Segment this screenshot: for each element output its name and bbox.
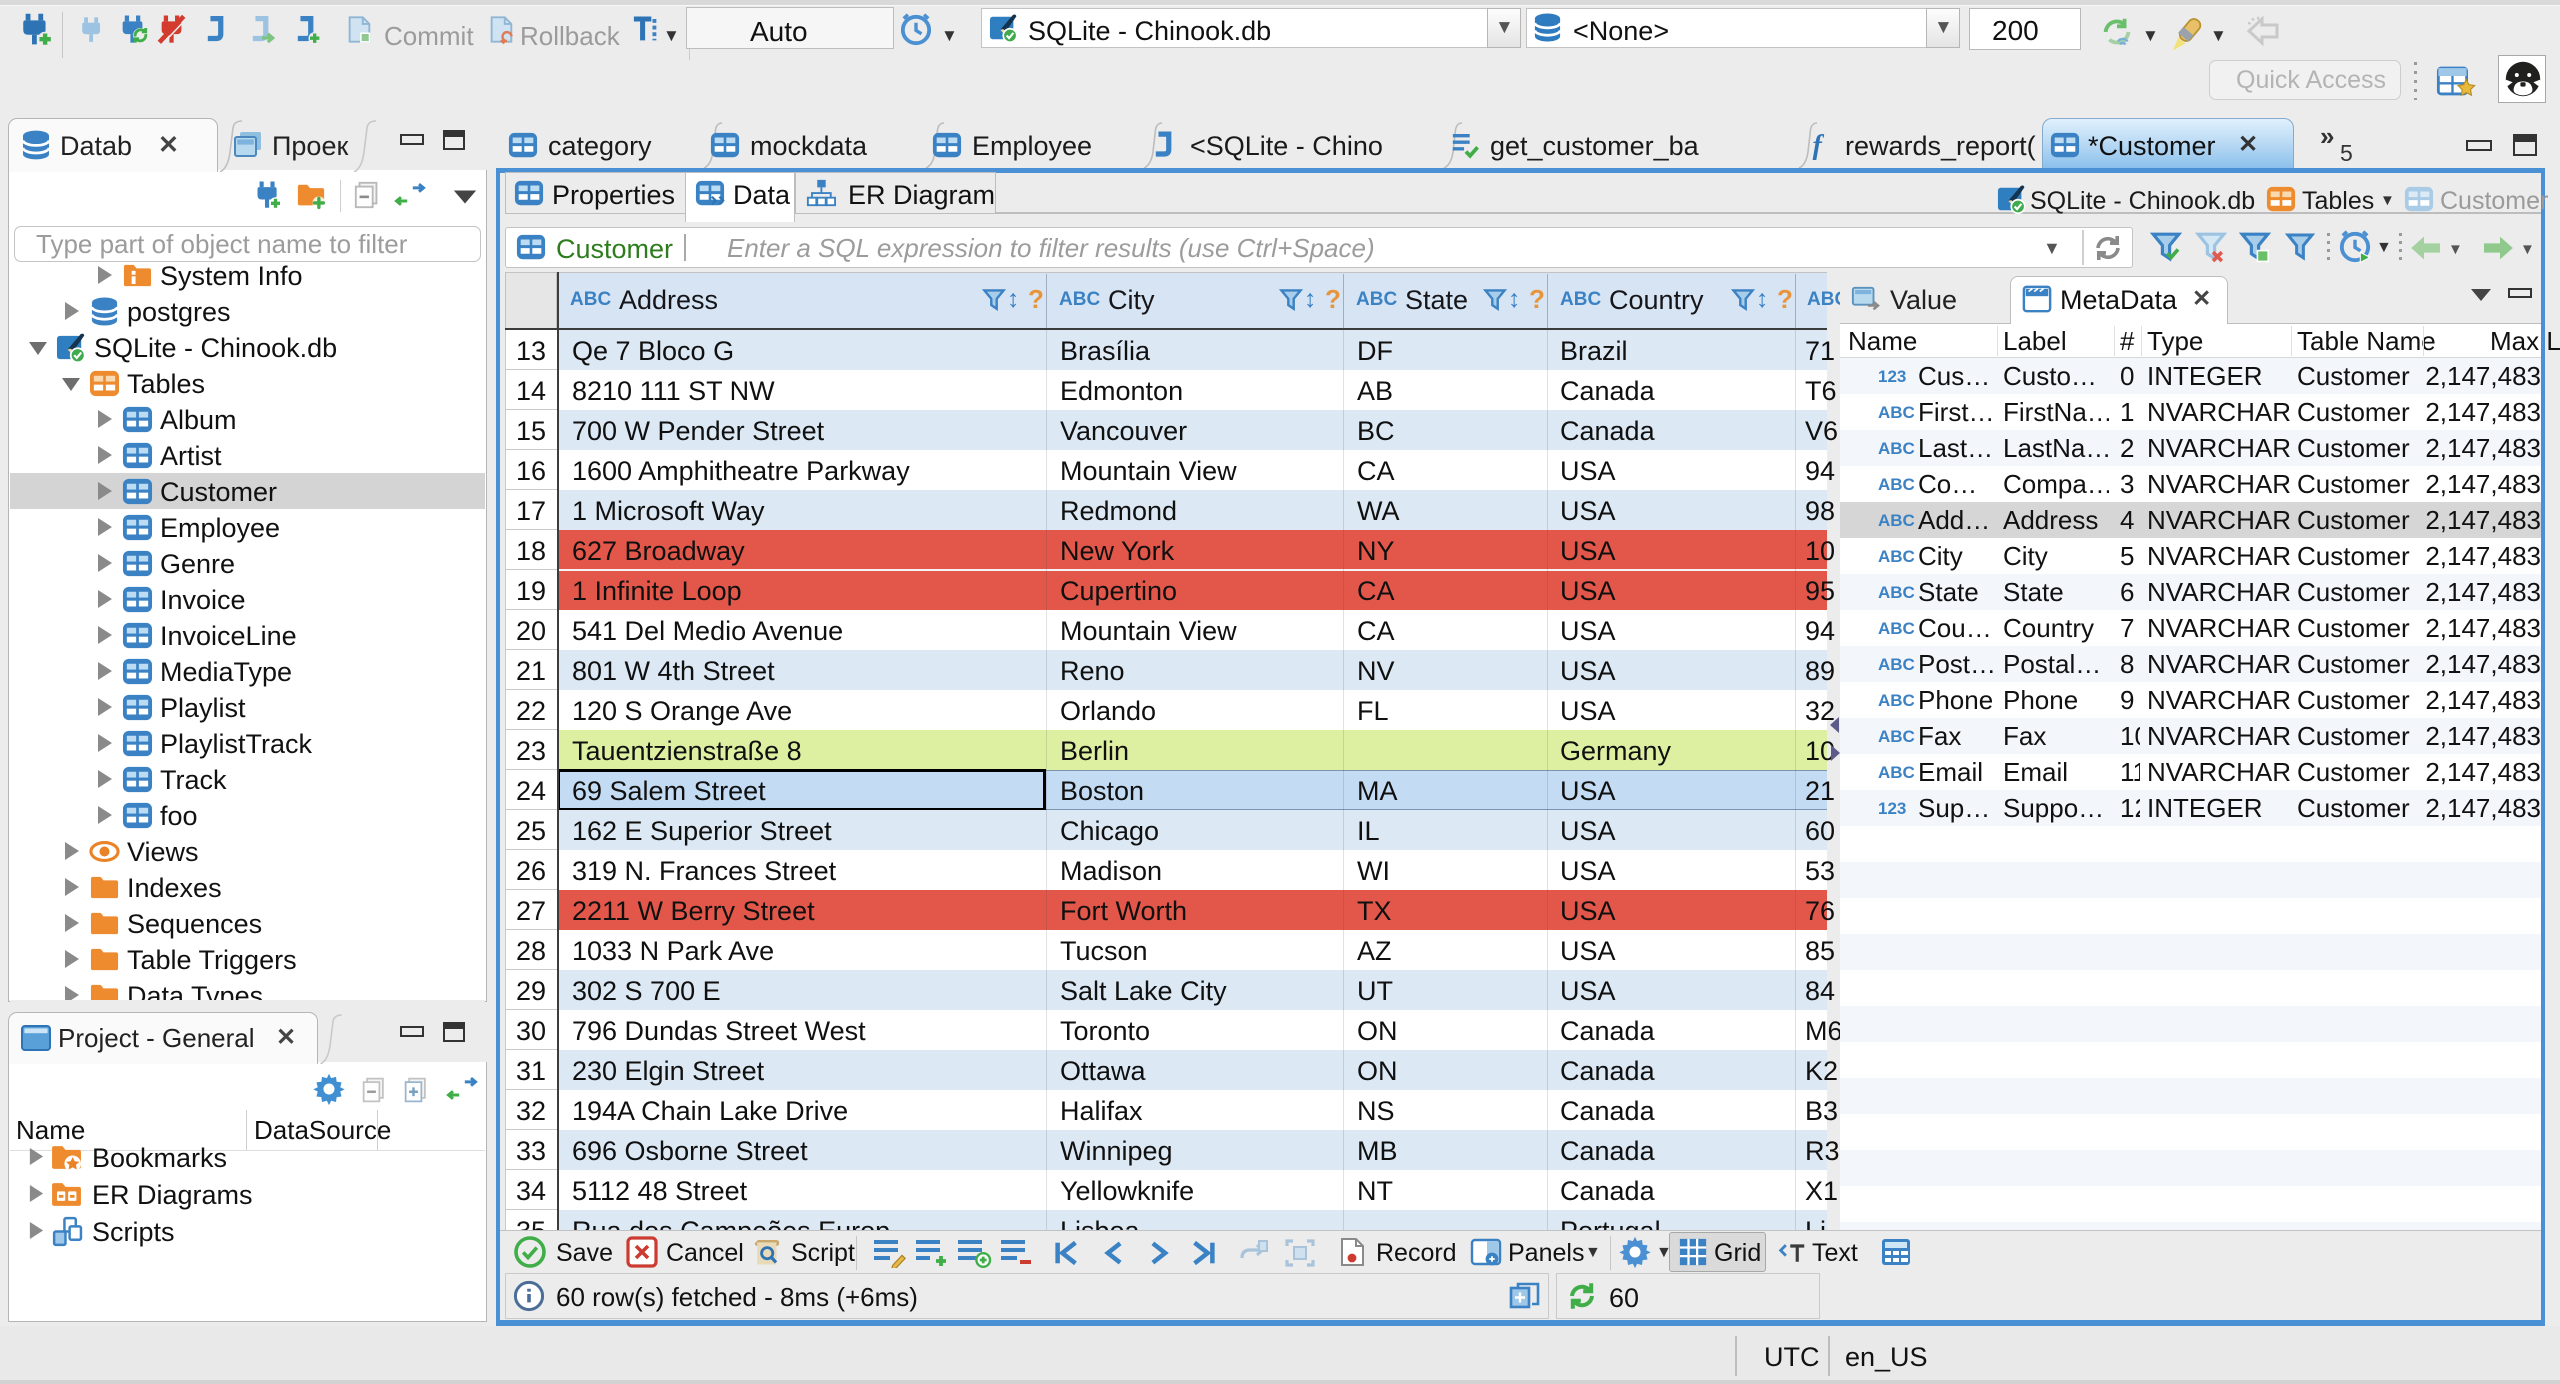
- svg-text:f: f: [1813, 130, 1825, 160]
